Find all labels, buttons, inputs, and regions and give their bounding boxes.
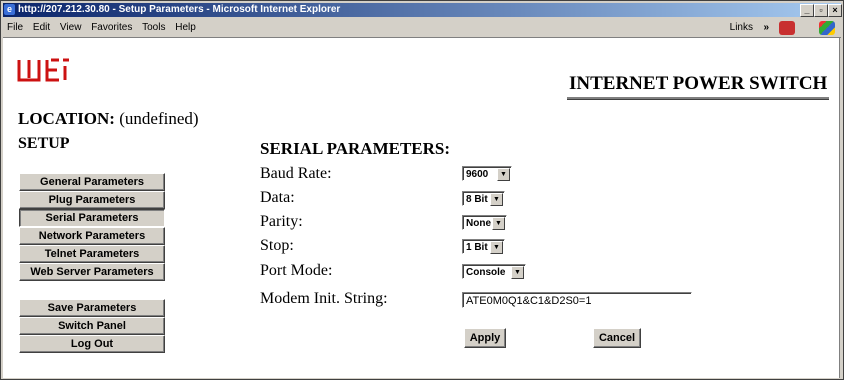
switch-panel-button[interactable]: Switch Panel xyxy=(19,317,165,335)
links-toolbar[interactable]: Links xyxy=(730,19,753,37)
dropdown-arrow-icon: ▼ xyxy=(492,217,505,230)
nav-telnet-parameters[interactable]: Telnet Parameters xyxy=(19,245,165,263)
windows-flag-icon xyxy=(819,21,835,35)
stop-label: Stop: xyxy=(260,237,294,254)
section-title: SERIAL PARAMETERS: xyxy=(260,139,451,158)
parity-select[interactable]: None ▼ xyxy=(462,215,507,230)
stop-value: 1 Bit xyxy=(466,242,488,253)
page-content: INTERNET POWER SWITCH LOCATION: (undefin… xyxy=(3,38,840,378)
dropdown-arrow-icon: ▼ xyxy=(511,266,524,279)
menu-bar: File Edit View Favorites Tools Help Link… xyxy=(3,19,841,38)
baud-rate-label: Baud Rate: xyxy=(260,165,332,182)
menu-favorites[interactable]: Favorites xyxy=(91,19,132,37)
data-label: Data: xyxy=(260,189,295,206)
wti-logo xyxy=(17,58,69,82)
port-mode-select[interactable]: Console ▼ xyxy=(462,264,526,279)
port-mode-label: Port Mode: xyxy=(260,262,333,279)
maximize-button[interactable]: ▫ xyxy=(814,4,828,17)
menu-view[interactable]: View xyxy=(60,19,82,37)
ie-icon: e xyxy=(4,4,15,15)
menu-edit[interactable]: Edit xyxy=(33,19,50,37)
baud-rate-value: 9600 xyxy=(466,169,489,180)
menu-file[interactable]: File xyxy=(7,19,23,37)
browser-window: e http://207.212.30.80 - Setup Parameter… xyxy=(0,0,844,380)
dropdown-arrow-icon: ▼ xyxy=(490,193,503,206)
data-value: 8 Bit xyxy=(466,194,488,205)
menu-help[interactable]: Help xyxy=(175,19,196,37)
close-button[interactable]: × xyxy=(828,4,842,17)
dropdown-arrow-icon: ▼ xyxy=(490,241,503,254)
apply-button[interactable]: Apply xyxy=(464,328,506,348)
cancel-button[interactable]: Cancel xyxy=(593,328,641,348)
modem-init-label: Modem Init. String: xyxy=(260,290,388,307)
title-bar: e http://207.212.30.80 - Setup Parameter… xyxy=(3,3,842,17)
nav-serial-parameters[interactable]: Serial Parameters xyxy=(19,209,165,227)
location-value: (undefined) xyxy=(119,109,199,128)
save-parameters-button[interactable]: Save Parameters xyxy=(19,299,165,317)
modem-init-string-input[interactable]: ATE0M0Q1&C1&D2S0=1 xyxy=(462,292,692,308)
header-divider xyxy=(567,97,829,100)
stop-select[interactable]: 1 Bit ▼ xyxy=(462,239,505,254)
nav-general-parameters[interactable]: General Parameters xyxy=(19,173,165,191)
media-icon[interactable] xyxy=(779,21,795,35)
setup-heading: SETUP xyxy=(18,135,70,152)
baud-rate-select[interactable]: 9600 ▼ xyxy=(462,166,512,181)
nav-plug-parameters[interactable]: Plug Parameters xyxy=(19,191,165,209)
log-out-button[interactable]: Log Out xyxy=(19,335,165,353)
port-mode-value: Console xyxy=(466,267,506,278)
nav-web-server-parameters[interactable]: Web Server Parameters xyxy=(19,263,165,281)
location-label: LOCATION: xyxy=(18,109,115,128)
data-select[interactable]: 8 Bit ▼ xyxy=(462,191,505,206)
parity-label: Parity: xyxy=(260,213,303,230)
brand-title: INTERNET POWER SWITCH xyxy=(569,73,828,94)
location-line: LOCATION: (undefined) xyxy=(18,109,199,129)
menu-tools[interactable]: Tools xyxy=(142,19,165,37)
window-title: http://207.212.30.80 - Setup Parameters … xyxy=(18,4,341,15)
minimize-button[interactable]: _ xyxy=(800,4,814,17)
links-chevron-icon[interactable]: » xyxy=(763,19,769,37)
nav-network-parameters[interactable]: Network Parameters xyxy=(19,227,165,245)
dropdown-arrow-icon: ▼ xyxy=(497,168,510,181)
parity-value: None xyxy=(466,218,491,229)
